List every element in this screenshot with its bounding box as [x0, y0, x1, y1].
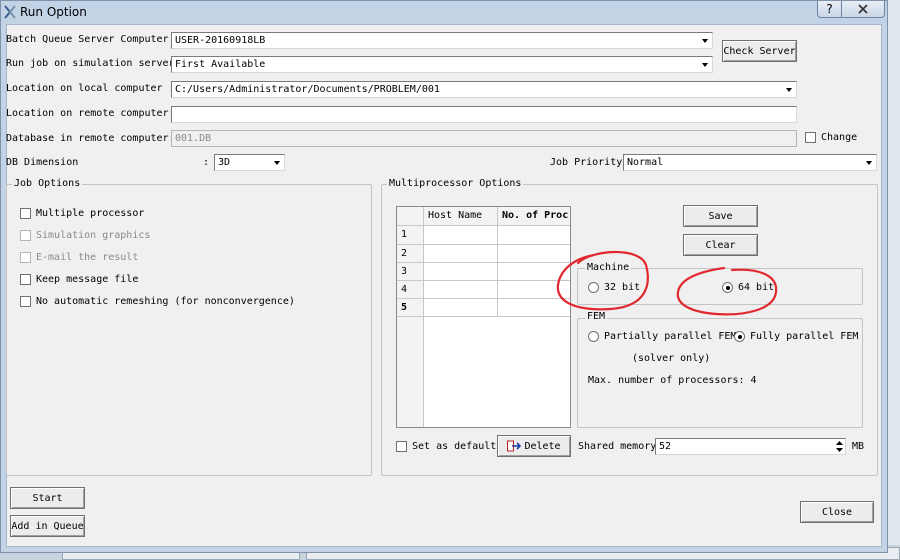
no-auto-remeshing-label: No automatic remeshing (for nonconvergen… — [36, 296, 295, 307]
grid-header-num-procs[interactable]: No. of Proc — [498, 207, 570, 226]
clear-button[interactable]: Clear — [683, 234, 758, 256]
grid-row-header-blank — [397, 317, 424, 427]
close-button[interactable]: Close — [800, 501, 874, 523]
radio-partially-parallel-fem[interactable] — [588, 331, 599, 342]
grid-cell[interactable] — [498, 263, 570, 281]
chevron-down-icon[interactable] — [270, 155, 284, 170]
grid-cell[interactable] — [424, 263, 498, 281]
grid-cell[interactable] — [498, 299, 570, 317]
grid-cell[interactable] — [424, 299, 498, 317]
run-server-combo[interactable]: First Available — [171, 56, 713, 73]
multiple-processor-label: Multiple processor — [36, 208, 145, 219]
delete-button[interactable]: Delete — [497, 435, 571, 457]
check-server-button[interactable]: Check Server — [722, 40, 797, 62]
chevron-down-icon[interactable] — [698, 33, 712, 48]
grid-cell[interactable] — [424, 226, 498, 245]
local-location-label: Location on local computer : — [6, 83, 175, 94]
window-close-button[interactable] — [841, 1, 885, 18]
job-options-group — [6, 184, 372, 476]
db-dimension-colon: : — [203, 157, 210, 168]
multiple-processor-checkbox[interactable] — [20, 208, 31, 219]
job-priority-value: Normal — [627, 157, 664, 168]
chevron-down-icon[interactable] — [698, 57, 712, 72]
grid-cell[interactable] — [424, 281, 498, 299]
radio-fully-parallel-fem[interactable] — [734, 331, 745, 342]
email-result-checkbox[interactable] — [20, 252, 31, 263]
help-button[interactable]: ? — [817, 1, 842, 18]
grid-cell[interactable] — [498, 245, 570, 263]
set-as-default-label: Set as default — [412, 441, 497, 452]
local-location-combo[interactable]: C:/Users/Administrator/Documents/PROBLEM… — [171, 81, 797, 98]
label-32-bit: 32 bit — [604, 282, 641, 293]
grid-row-header: 5 — [397, 299, 424, 317]
radio-64-bit[interactable] — [722, 282, 733, 293]
db-dimension-value: 3D — [218, 157, 231, 168]
grid-cell[interactable] — [424, 245, 498, 263]
multiprocessor-options-title: Multiprocessor Options — [387, 178, 524, 189]
label-fully-parallel-fem: Fully parallel FEM — [750, 331, 859, 342]
job-priority-label: Job Priority — [550, 157, 623, 168]
grid-cell[interactable] — [498, 281, 570, 299]
run-server-value: First Available — [175, 59, 266, 70]
grid-row-header: 2 — [397, 245, 424, 263]
window-title: Run Option — [20, 5, 87, 19]
simulation-graphics-checkbox[interactable] — [20, 230, 31, 241]
spinner-arrows-icon[interactable] — [835, 440, 844, 453]
label-partially-parallel-fem: Partially parallel FEM — [604, 331, 737, 342]
add-in-queue-button[interactable]: Add in Queue — [10, 515, 85, 537]
radio-32-bit[interactable] — [588, 282, 599, 293]
save-button[interactable]: Save — [683, 205, 758, 227]
machine-title: Machine — [585, 262, 632, 273]
email-result-label: E-mail the result — [36, 252, 139, 263]
grid-row-header: 4 — [397, 281, 424, 299]
max-processors-text: Max. number of processors: 4 — [588, 375, 757, 386]
shared-memory-spinner[interactable]: 52 — [655, 438, 846, 455]
no-auto-remeshing-checkbox[interactable] — [20, 296, 31, 307]
grid-blank-area — [424, 317, 570, 427]
batch-server-label: Batch Queue Server Computer : — [6, 34, 181, 45]
label-64-bit: 64 bit — [738, 282, 775, 293]
grid-row-header: 3 — [397, 263, 424, 281]
remote-db-label: Database in remote computer: — [6, 133, 175, 144]
chevron-down-icon[interactable] — [862, 155, 876, 170]
change-label: Change — [821, 132, 858, 143]
grid-corner — [397, 207, 424, 226]
host-grid[interactable]: Host Name No. of Proc 1 2 3 4 5 — [396, 206, 571, 428]
shared-memory-label: Shared memory — [578, 441, 657, 452]
solver-only-note: (solver only) — [632, 353, 711, 364]
simulation-graphics-label: Simulation graphics — [36, 230, 151, 241]
batch-server-combo[interactable]: USER-20160918LB — [171, 32, 713, 49]
remote-location-label: Location on remote computer: — [6, 108, 175, 119]
local-location-value: C:/Users/Administrator/Documents/PROBLEM… — [175, 84, 440, 95]
delete-button-label: Delete — [524, 440, 561, 452]
remote-location-input[interactable] — [171, 106, 797, 123]
db-dimension-combo[interactable]: 3D — [214, 154, 285, 171]
title-bar[interactable]: Run Option ? — [1, 1, 889, 25]
batch-server-value: USER-20160918LB — [175, 35, 266, 46]
job-options-title: Job Options — [12, 178, 83, 189]
remote-db-input[interactable]: 001.DB — [171, 130, 797, 147]
delete-icon — [507, 440, 522, 452]
keep-message-file-checkbox[interactable] — [20, 274, 31, 285]
shared-memory-unit: MB — [852, 441, 865, 452]
job-priority-combo[interactable]: Normal — [623, 154, 877, 171]
set-as-default-checkbox[interactable] — [396, 441, 407, 452]
run-server-label: Run job on simulation server: — [6, 58, 181, 69]
change-checkbox[interactable] — [805, 132, 816, 143]
grid-row-header: 1 — [397, 226, 424, 245]
app-icon — [4, 5, 16, 19]
keep-message-file-label: Keep message file — [36, 274, 139, 285]
grid-cell[interactable] — [498, 226, 570, 245]
grid-header-host-name[interactable]: Host Name — [424, 207, 498, 226]
fem-title: FEM — [585, 311, 608, 322]
chevron-down-icon[interactable] — [782, 82, 796, 97]
start-button[interactable]: Start — [10, 487, 85, 509]
shared-memory-value: 52 — [659, 441, 672, 452]
db-dimension-label: DB Dimension — [6, 157, 79, 168]
close-icon — [858, 4, 868, 14]
